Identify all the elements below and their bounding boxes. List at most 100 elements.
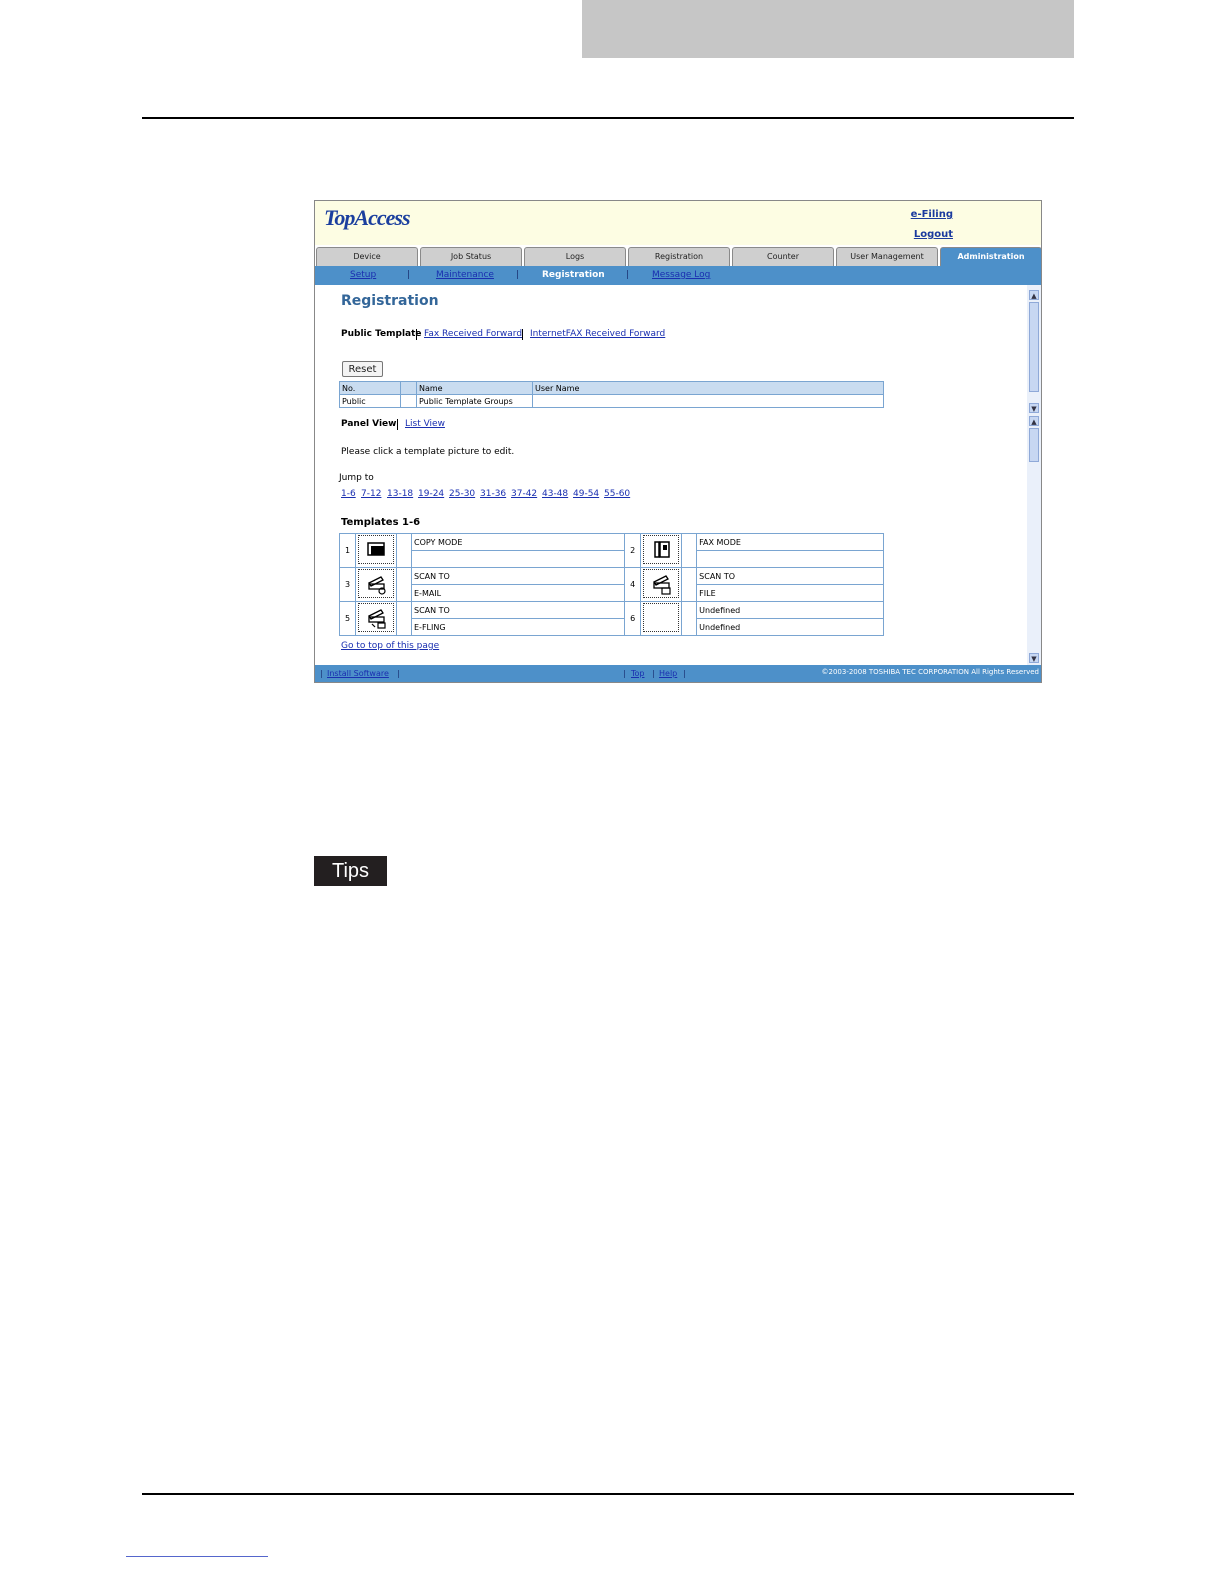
- nav-divider: [416, 329, 417, 340]
- jump-link-49-54[interactable]: 49-54: [573, 489, 599, 499]
- templates-heading: Templates 1-6: [341, 517, 421, 528]
- subnav-message-log[interactable]: Message Log: [652, 270, 710, 280]
- jump-link-7-12[interactable]: 7-12: [361, 489, 381, 499]
- logout-link[interactable]: Logout: [914, 229, 953, 240]
- scroll-down-icon[interactable]: ▼: [1029, 403, 1039, 413]
- tab-counter[interactable]: Counter: [732, 247, 834, 266]
- top-rule: [142, 117, 1074, 119]
- footer-separator: |: [683, 669, 686, 678]
- bottom-rule: [142, 1493, 1074, 1495]
- template-name-line1: Undefined: [696, 601, 884, 619]
- footer-separator: |: [397, 669, 400, 678]
- subnav-separator: |: [626, 270, 630, 280]
- jump-link-25-30[interactable]: 25-30: [449, 489, 475, 499]
- fax-mode-icon[interactable]: [643, 535, 680, 564]
- fax-received-forward-link[interactable]: Fax Received Forward: [424, 329, 522, 339]
- app-header: TopAccess e-Filing Logout: [315, 201, 1041, 245]
- template-name-line1: SCAN TO: [410, 567, 626, 585]
- jump-link-55-60[interactable]: 55-60: [604, 489, 630, 499]
- template-number: 6: [624, 601, 642, 636]
- tab-registration[interactable]: Registration: [628, 247, 730, 266]
- scroll-up-icon[interactable]: ▲: [1029, 290, 1039, 300]
- subnav-maintenance[interactable]: Maintenance: [436, 270, 494, 280]
- template-name-line2: [410, 550, 626, 568]
- footer-separator: |: [320, 669, 323, 678]
- template-number: 1: [339, 533, 356, 568]
- footer-bar: | Install Software | | Top | Help | ©200…: [315, 665, 1041, 682]
- list-view-link[interactable]: List View: [405, 419, 445, 429]
- template-name-line2: E-FLING: [410, 618, 626, 636]
- undefined-icon[interactable]: [643, 603, 680, 632]
- jump-to-label: Jump to: [339, 473, 374, 483]
- group-user-name-cell: [532, 394, 884, 408]
- template-number: 3: [339, 567, 356, 602]
- reset-button[interactable]: Reset: [342, 361, 383, 377]
- jump-link-43-48[interactable]: 43-48: [542, 489, 568, 499]
- scroll-thumb[interactable]: [1029, 428, 1039, 462]
- column-header-blank: [400, 381, 417, 395]
- tab-job-status[interactable]: Job Status: [420, 247, 522, 266]
- scroll-up-icon[interactable]: ▲: [1029, 416, 1039, 426]
- template-name-line1: SCAN TO: [696, 567, 884, 585]
- install-software-link[interactable]: Install Software: [327, 669, 389, 678]
- group-blank-cell: [400, 394, 417, 408]
- jump-link-13-18[interactable]: 13-18: [387, 489, 413, 499]
- copy-mode-icon[interactable]: [358, 535, 394, 564]
- template-number: 4: [624, 567, 642, 602]
- template-name-line1: FAX MODE: [696, 533, 884, 551]
- main-content: Registration Public Template Fax Receive…: [315, 285, 1027, 665]
- header-gray-block: [582, 0, 1074, 58]
- tab-user-management[interactable]: User Management: [836, 247, 938, 266]
- tab-logs[interactable]: Logs: [524, 247, 626, 266]
- column-header-name: Name: [416, 381, 533, 395]
- topaccess-logo: TopAccess: [324, 205, 411, 230]
- column-header-no: No.: [339, 381, 401, 395]
- e-filing-link[interactable]: e-Filing: [911, 209, 953, 220]
- tips-badge: Tips: [314, 856, 387, 886]
- jump-link-19-24[interactable]: 19-24: [418, 489, 444, 499]
- scroll-down-icon[interactable]: ▼: [1029, 653, 1039, 663]
- page-title: Registration: [341, 293, 439, 309]
- copyright-text: ©2003-2008 TOSHIBA TEC CORPORATION All R…: [821, 668, 1039, 676]
- footer-separator: |: [623, 669, 626, 678]
- template-name-line2: FILE: [696, 584, 884, 602]
- main-tabs: Device Job Status Logs Registration Coun…: [315, 245, 1041, 266]
- scrollbar[interactable]: ▲ ▼ ▲ ▼: [1027, 285, 1041, 665]
- template-name-line2: [696, 550, 884, 568]
- template-name-line2: Undefined: [696, 618, 884, 636]
- footer-help-link[interactable]: Help: [659, 669, 677, 678]
- instruction-text: Please click a template picture to edit.: [341, 447, 515, 457]
- public-template-label: Public Template: [341, 329, 422, 339]
- jump-link-1-6[interactable]: 1-6: [341, 489, 356, 499]
- sub-navigation: Setup | Maintenance | Registration | Mes…: [315, 266, 1041, 285]
- scan-to-email-icon[interactable]: [358, 569, 394, 598]
- jump-link-31-36[interactable]: 31-36: [480, 489, 506, 499]
- tab-administration[interactable]: Administration: [940, 247, 1041, 266]
- subnav-separator: |: [516, 270, 520, 280]
- view-nav-divider: [397, 419, 398, 430]
- template-name-line1: SCAN TO: [410, 601, 626, 619]
- template-name-line1: COPY MODE: [410, 533, 626, 551]
- footer-top-link[interactable]: Top: [631, 669, 645, 678]
- template-number: 5: [339, 601, 356, 636]
- scan-to-file-icon[interactable]: [643, 569, 680, 598]
- template-group-table: No. Name User Name Public Public Templat…: [339, 381, 884, 408]
- jump-link-37-42[interactable]: 37-42: [511, 489, 537, 499]
- group-name-cell: Public Template Groups: [416, 394, 533, 408]
- subnav-separator: |: [407, 270, 411, 280]
- go-to-top-link[interactable]: Go to top of this page: [341, 641, 439, 651]
- nav-divider: [522, 329, 523, 340]
- template-number: 2: [624, 533, 642, 568]
- subnav-registration-current: Registration: [542, 270, 605, 280]
- scroll-thumb[interactable]: [1029, 302, 1039, 392]
- template-name-line2: E-MAIL: [410, 584, 626, 602]
- scan-to-efiling-icon[interactable]: [358, 603, 394, 632]
- tab-device[interactable]: Device: [316, 247, 418, 266]
- column-header-user-name: User Name: [532, 381, 884, 395]
- group-no-cell: Public: [339, 394, 401, 408]
- internetfax-received-forward-link[interactable]: InternetFAX Received Forward: [530, 329, 665, 339]
- subnav-setup[interactable]: Setup: [350, 270, 376, 280]
- topaccess-screenshot: TopAccess e-Filing Logout Device Job Sta…: [314, 200, 1042, 683]
- footer-link-underline: [126, 1556, 268, 1557]
- footer-separator: |: [652, 669, 655, 678]
